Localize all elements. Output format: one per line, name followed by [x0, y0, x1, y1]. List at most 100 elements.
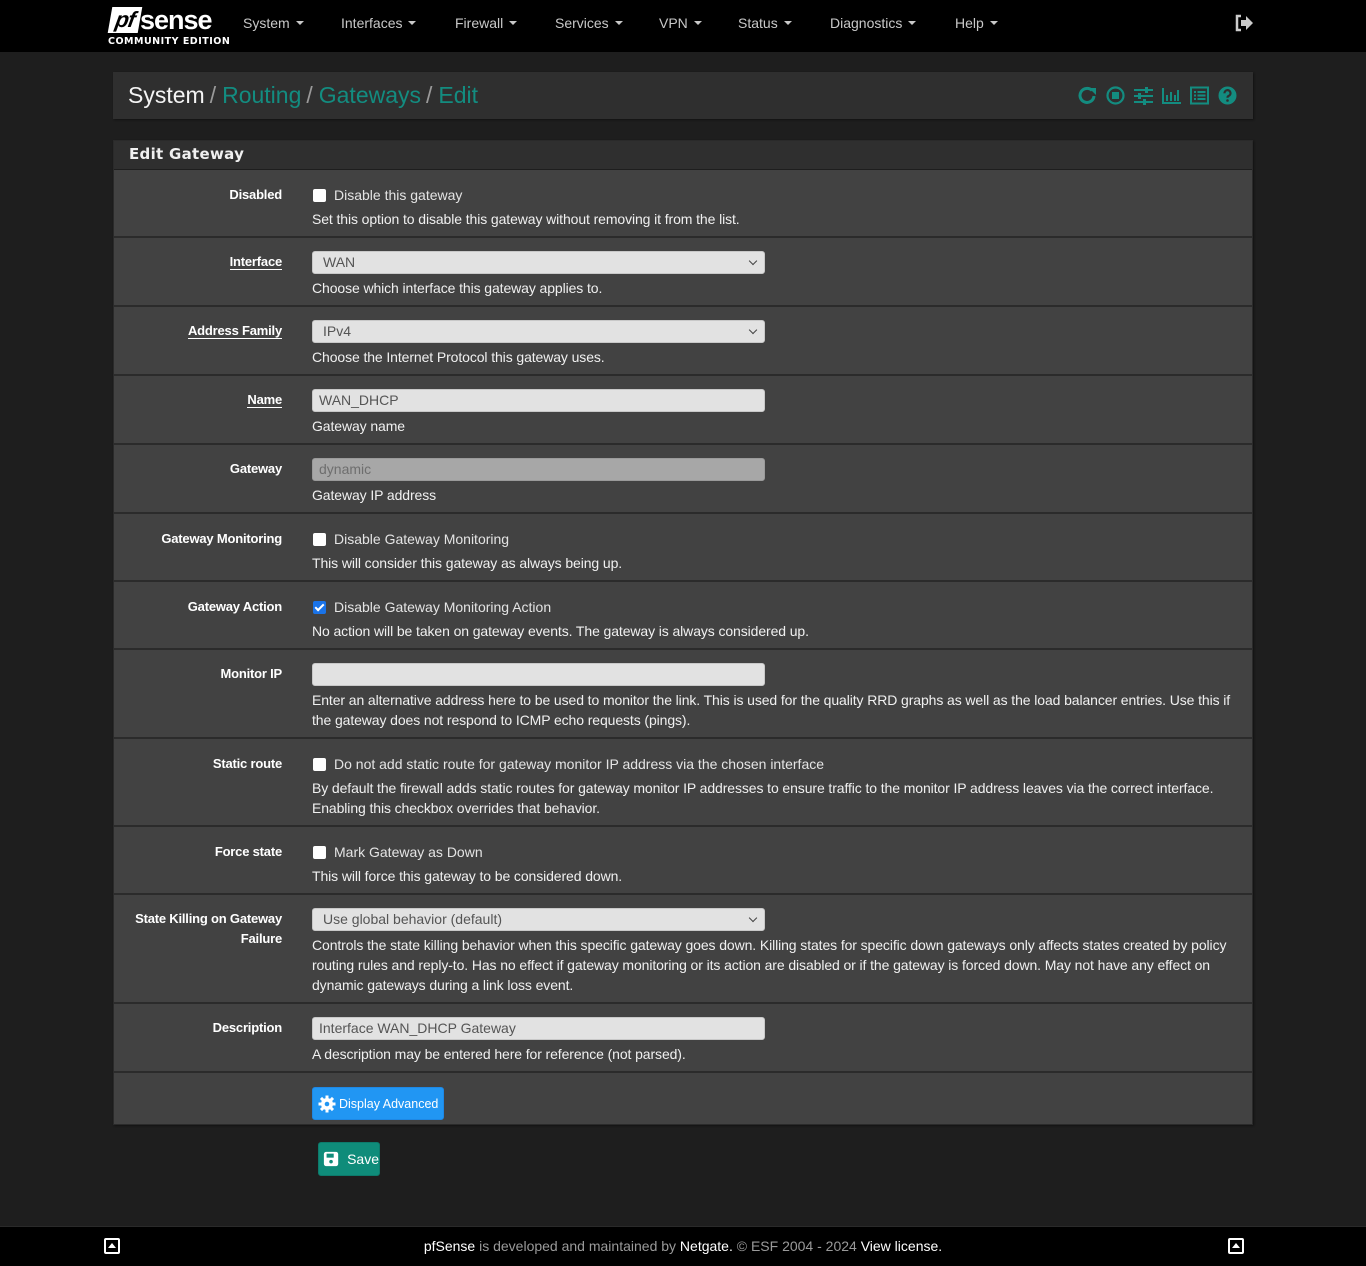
- shortcut-icons: [1078, 86, 1237, 105]
- field-label: Gateway Monitoring: [161, 531, 282, 546]
- breadcrumb-separator: /: [426, 82, 433, 108]
- disable-monitoring-checkbox[interactable]: [313, 532, 326, 546]
- help-text: This will force this gateway to be consi…: [312, 868, 623, 884]
- field-label: Gateway: [229, 461, 282, 476]
- question-circle-icon[interactable]: [1218, 86, 1237, 105]
- row-address-family: Address Family IPv4 Choose the Internet …: [114, 307, 1252, 376]
- field-label-text[interactable]: Name: [247, 392, 282, 408]
- disable-gateway-checkbox[interactable]: [313, 188, 326, 202]
- field-label: Monitor IP: [220, 666, 282, 681]
- checkbox-label[interactable]: Disable Gateway Monitoring: [334, 531, 509, 547]
- field-label: State Killing on Gateway Failure: [135, 911, 282, 946]
- breadcrumb-gateways[interactable]: Gateways: [319, 82, 421, 109]
- row-gateway: Gateway dynamic Gateway IP address: [114, 445, 1252, 514]
- view-license-link[interactable]: View license.: [861, 1238, 942, 1254]
- stop-circle-icon[interactable]: [1106, 86, 1125, 105]
- logo-pf: pf: [107, 7, 143, 33]
- footer-brand: pfSense: [423, 1238, 476, 1254]
- menu-status[interactable]: Status: [738, 15, 830, 31]
- name-input[interactable]: WAN_DHCP: [312, 389, 765, 412]
- caret-down-icon: [908, 21, 917, 25]
- top-navbar: pf sense COMMUNITY EDITION System Interf…: [0, 0, 1366, 52]
- state-killing-select[interactable]: Use global behavior (default): [312, 908, 765, 931]
- netgate-link[interactable]: Netgate.: [680, 1238, 733, 1254]
- checkbox-label[interactable]: Do not add static route for gateway moni…: [334, 756, 824, 772]
- help-text: No action will be taken on gateway event…: [312, 623, 809, 639]
- menu-help[interactable]: Help: [955, 15, 1015, 31]
- row-disabled: Disabled Disable this gateway Set this o…: [114, 170, 1252, 238]
- display-advanced-button[interactable]: Display Advanced: [312, 1087, 445, 1120]
- reload-icon[interactable]: [1078, 86, 1097, 105]
- help-text: Gateway IP address: [312, 487, 437, 503]
- field-label: Description: [212, 1020, 283, 1035]
- menu-label: System: [243, 15, 290, 31]
- description-input[interactable]: Interface WAN_DHCP Gateway: [312, 1017, 765, 1040]
- help-text: Gateway name: [312, 418, 405, 434]
- help-text: By default the firewall adds static rout…: [312, 780, 1214, 816]
- menu-label: Services: [555, 15, 609, 31]
- menu-label: Help: [955, 15, 984, 31]
- field-label: Force state: [214, 844, 282, 859]
- list-alt-icon[interactable]: [1190, 86, 1209, 105]
- caret-down-icon: [295, 21, 304, 25]
- caret-down-icon: [989, 21, 998, 25]
- menu-vpn[interactable]: VPN: [659, 15, 738, 31]
- menu-firewall[interactable]: Firewall: [455, 15, 555, 31]
- breadcrumb-system: System: [128, 82, 205, 108]
- help-text: This will consider this gateway as alway…: [312, 555, 623, 571]
- field-label: Static route: [212, 756, 282, 771]
- footer-text-1: is developed and maintained by: [475, 1238, 680, 1254]
- no-static-route-checkbox[interactable]: [313, 757, 326, 771]
- row-monitor-ip: Monitor IP Enter an alternative address …: [114, 650, 1252, 739]
- menu-system[interactable]: System: [243, 15, 341, 31]
- gateway-ip-input: dynamic: [312, 458, 765, 481]
- save-button[interactable]: Save: [318, 1142, 380, 1176]
- menu-label: VPN: [659, 15, 688, 31]
- menu-label: Status: [738, 15, 778, 31]
- field-label-text[interactable]: Interface: [229, 254, 282, 270]
- breadcrumb-separator: /: [209, 82, 217, 108]
- row-gateway-action: Gateway Action Disable Gateway Monitorin…: [114, 582, 1252, 650]
- monitor-ip-input[interactable]: [312, 663, 765, 686]
- interface-select[interactable]: WAN: [312, 251, 765, 274]
- menu-interfaces[interactable]: Interfaces: [341, 15, 455, 31]
- row-state-killing: State Killing on Gateway Failure Use glo…: [114, 895, 1252, 1004]
- help-text: Enter an alternative address here to be …: [312, 692, 1231, 728]
- caret-down-icon: [509, 21, 518, 25]
- disable-monitoring-action-checkbox[interactable]: [313, 600, 326, 614]
- save-label: Save: [347, 1151, 379, 1167]
- row-force-state: Force state Mark Gateway as Down This wi…: [114, 827, 1252, 895]
- row-description: Description Interface WAN_DHCP Gateway A…: [114, 1004, 1252, 1073]
- field-label[interactable]: Name: [122, 390, 282, 410]
- caret-down-icon: [614, 21, 623, 25]
- pfsense-logo[interactable]: pf sense COMMUNITY EDITION: [107, 5, 230, 47]
- sign-out-icon[interactable]: [1234, 14, 1254, 32]
- checkbox-label[interactable]: Mark Gateway as Down: [334, 844, 483, 860]
- help-text: Set this option to disable this gateway …: [312, 211, 740, 227]
- breadcrumb: System / Routing / Gateways / Edit: [128, 82, 478, 109]
- breadcrumb-edit[interactable]: Edit: [438, 82, 478, 109]
- checkbox-label[interactable]: Disable Gateway Monitoring Action: [334, 599, 551, 615]
- breadcrumb-routing[interactable]: Routing: [222, 82, 301, 109]
- main-menu: System Interfaces Firewall Services VPN …: [243, 0, 1015, 46]
- menu-services[interactable]: Services: [555, 15, 659, 31]
- footer: pfSense is developed and maintained by N…: [0, 1226, 1366, 1266]
- breadcrumb-bar: System / Routing / Gateways / Edit: [113, 72, 1253, 119]
- floppy-disk-icon: [323, 1151, 339, 1167]
- field-label[interactable]: Address Family: [122, 321, 282, 341]
- field-label: Disabled: [229, 187, 282, 202]
- checkbox-label[interactable]: Disable this gateway: [334, 187, 462, 203]
- address-family-select[interactable]: IPv4: [312, 320, 765, 343]
- bar-chart-icon[interactable]: [1162, 86, 1181, 105]
- edit-gateway-panel: Edit Gateway Disabled Disable this gatew…: [113, 140, 1253, 1125]
- mark-down-checkbox[interactable]: [313, 845, 326, 859]
- help-text: Choose the Internet Protocol this gatewa…: [312, 349, 605, 365]
- field-label[interactable]: Interface: [122, 252, 282, 272]
- field-label-text[interactable]: Address Family: [187, 323, 282, 339]
- menu-diagnostics[interactable]: Diagnostics: [830, 15, 955, 31]
- menu-label: Firewall: [455, 15, 504, 31]
- scroll-top-icon[interactable]: [1228, 1238, 1244, 1254]
- help-text: A description may be entered here for re…: [312, 1046, 686, 1062]
- sliders-icon[interactable]: [1134, 86, 1153, 105]
- footer-text: pfSense is developed and maintained by N…: [0, 1238, 1366, 1254]
